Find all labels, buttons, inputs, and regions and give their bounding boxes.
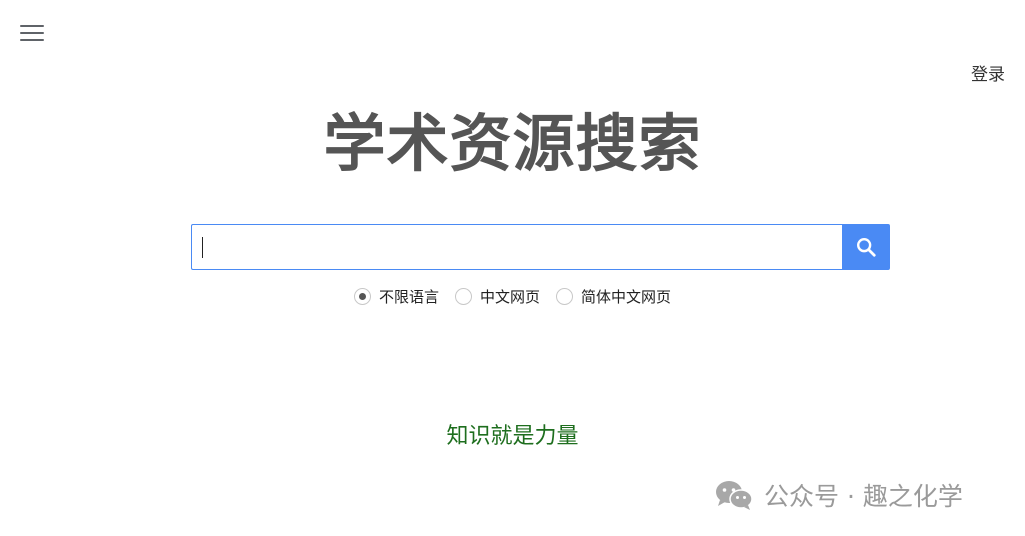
wechat-icon <box>716 481 753 510</box>
page: 登录 学术资源搜索 不限语言 中文网页 简体中文网页 知识就是力量 公众号 · … <box>0 0 1025 536</box>
watermark-text: 公众号 · 趣之化学 <box>764 482 963 511</box>
menu-bar <box>20 32 44 34</box>
lang-option-label: 简体中文网页 <box>581 288 672 306</box>
lang-option-all[interactable]: 不限语言 <box>353 286 439 307</box>
page-title: 学术资源搜索 <box>323 107 702 180</box>
radio-button[interactable] <box>556 288 573 305</box>
lang-option-label: 中文网页 <box>479 288 540 306</box>
motto-text: 知识就是力量 <box>446 424 579 449</box>
text-cursor <box>202 237 203 258</box>
menu-bar <box>20 39 44 41</box>
login-link[interactable]: 登录 <box>971 60 1005 85</box>
lang-option-chinese[interactable]: 中文网页 <box>454 286 540 307</box>
menu-bar <box>20 25 44 27</box>
search-input[interactable] <box>191 224 842 270</box>
watermark: 公众号 · 趣之化学 <box>714 478 963 512</box>
hamburger-menu-icon[interactable] <box>20 22 46 44</box>
radio-button[interactable] <box>454 288 472 305</box>
search-box <box>191 224 890 270</box>
radio-button[interactable] <box>353 288 371 305</box>
lang-option-label: 不限语言 <box>378 288 439 306</box>
lang-option-simplified-chinese[interactable]: 简体中文网页 <box>556 286 671 307</box>
search-icon <box>857 238 876 257</box>
language-options: 不限语言 中文网页 简体中文网页 <box>0 286 1025 307</box>
search-button[interactable] <box>842 224 890 270</box>
